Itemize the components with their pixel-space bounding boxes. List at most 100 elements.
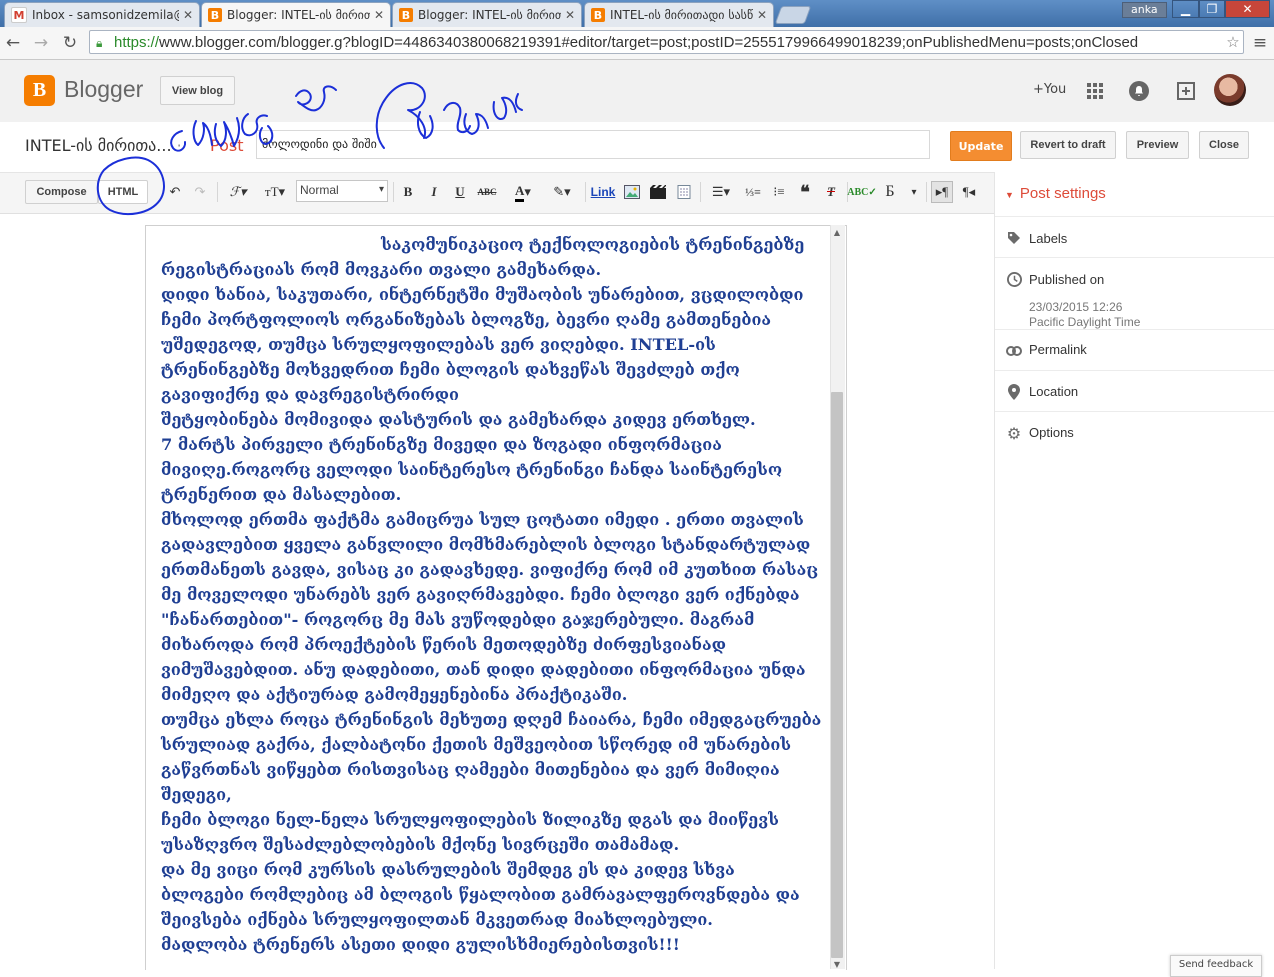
remove-formatting-icon[interactable]: T xyxy=(821,181,841,203)
minimize-icon[interactable]: ▁ xyxy=(1172,0,1199,18)
url-path: www.blogger.com/blogger.g?blogID=4486340… xyxy=(159,33,1139,51)
compose-mode-button[interactable]: Compose xyxy=(25,180,98,204)
tab-blogger-editor[interactable]: B Blogger: INTEL-ის მირით... ✕ xyxy=(201,2,391,27)
language-dropdown-icon[interactable]: ▾ xyxy=(906,181,922,203)
window-close-icon[interactable]: ✕ xyxy=(1225,0,1270,18)
html-mode-button[interactable]: HTML xyxy=(98,180,148,204)
sidebar-item-options[interactable]: ⚙ Options xyxy=(995,411,1274,453)
quote-icon[interactable]: ❝ xyxy=(795,181,815,203)
close-tab-icon[interactable]: ✕ xyxy=(565,8,575,22)
sidebar-item-published-on[interactable]: Published on 23/03/2015 12:26 Pacific Da… xyxy=(995,257,1274,330)
numbered-list-icon[interactable]: ⅓≡ xyxy=(743,181,763,203)
input-language-button[interactable]: Б xyxy=(879,181,901,203)
tab-title: Blogger: INTEL-ის მირით... xyxy=(227,8,370,22)
insert-video-icon[interactable] xyxy=(648,181,668,203)
sidebar-item-location[interactable]: Location xyxy=(995,370,1274,412)
share-add-icon[interactable] xyxy=(1175,80,1197,102)
underline-icon[interactable]: U xyxy=(450,181,470,203)
italic-icon[interactable]: I xyxy=(424,181,444,203)
close-button[interactable]: Close xyxy=(1199,131,1249,159)
ltr-direction-icon[interactable]: ▸¶ xyxy=(931,181,953,203)
undo-icon[interactable]: ↶ xyxy=(165,181,185,203)
avatar[interactable] xyxy=(1214,74,1246,106)
blogger-logo-icon[interactable]: B xyxy=(24,75,55,106)
insert-image-icon[interactable] xyxy=(622,181,642,203)
editor-toolbar: Compose HTML ↶ ↷ ℱ▾ ᴛT▾ Normal B I U ABC… xyxy=(0,172,994,214)
paragraph: და მე ვიცი რომ კურსის დასრულების შემდეგ … xyxy=(161,860,800,929)
font-family-icon[interactable]: ℱ▾ xyxy=(222,181,254,203)
breadcrumb-separator: · xyxy=(176,136,182,155)
editor-scrollbar-thumb[interactable] xyxy=(831,392,843,958)
blogger-header: B Blogger View blog +You xyxy=(0,60,1274,122)
menu-icon[interactable]: ≡ xyxy=(1249,32,1271,54)
sidebar-item-label: Published on xyxy=(1029,272,1105,287)
paragraph: თუმცა ეხლა როცა ტრენინგის მეხუთე დღემ ჩა… xyxy=(161,710,822,804)
rtl-direction-icon[interactable]: ¶◂ xyxy=(958,181,980,203)
text-color-icon[interactable]: A ▾ xyxy=(506,181,540,203)
tab-blogger-3[interactable]: B INTEL-ის მირითადი სასწ ✕ xyxy=(584,2,774,27)
gmail-icon: M xyxy=(11,7,27,23)
forward-arrow-icon[interactable]: → xyxy=(30,32,52,54)
scroll-down-arrow-icon[interactable]: ▼ xyxy=(831,958,843,970)
format-select-value: Normal xyxy=(300,183,339,197)
close-tab-icon[interactable]: ✕ xyxy=(757,8,767,22)
link-button[interactable]: Link xyxy=(590,181,616,203)
plus-you-link[interactable]: +You xyxy=(1033,82,1066,97)
post-editor[interactable]: საკომუნიკაციო ტექნოლოგიების ტრენინგებზე … xyxy=(145,225,847,970)
bookmark-star-icon[interactable]: ☆ xyxy=(1223,33,1243,51)
align-icon[interactable]: ☰▾ xyxy=(705,181,737,203)
paragraph: დიდი ხანია, საკუთარი, ინტერნეტში მუშაობი… xyxy=(161,285,804,404)
paragraph: ჩემი ბლოგი ნელ-ნელა სრულყოფილების ზილიკზ… xyxy=(161,810,779,854)
restore-icon[interactable]: ❐ xyxy=(1199,0,1225,18)
post-settings-sidebar: ▼ Post settings Labels Published on 23/03… xyxy=(994,172,1274,969)
view-blog-button[interactable]: View blog xyxy=(160,76,235,105)
revert-to-draft-button[interactable]: Revert to draft xyxy=(1020,131,1116,159)
address-bar[interactable]: 🔒︎ https://www.blogger.com/blogger.g?blo… xyxy=(89,30,1244,54)
blog-name-breadcrumb[interactable]: INTEL-ის მირითა... · xyxy=(25,136,182,155)
apps-grid-icon[interactable] xyxy=(1084,80,1106,102)
published-timezone: Pacific Daylight Time xyxy=(1029,315,1141,329)
strikethrough-icon[interactable]: ABC xyxy=(476,181,498,203)
scroll-up-arrow-icon[interactable]: ▲ xyxy=(831,226,843,238)
bulleted-list-icon[interactable]: ⁝≡ xyxy=(769,181,789,203)
clock-icon xyxy=(1005,270,1023,288)
close-tab-icon[interactable]: ✕ xyxy=(374,8,384,22)
reload-icon[interactable]: ↻ xyxy=(59,32,81,54)
toolbar-divider xyxy=(700,182,701,202)
blogger-icon: B xyxy=(208,8,222,22)
paragraph: მადლობა ტრენერს ასეთი დიდი გულისხმიერები… xyxy=(161,935,680,954)
blogger-logo-text[interactable]: Blogger xyxy=(64,76,143,103)
preview-button[interactable]: Preview xyxy=(1126,131,1189,159)
post-settings-heading[interactable]: ▼ Post settings xyxy=(1005,185,1106,202)
sidebar-item-permalink[interactable]: Permalink xyxy=(995,329,1274,371)
browser-user-badge[interactable]: anka xyxy=(1122,2,1167,18)
spellcheck-icon[interactable]: ABC✓ xyxy=(847,181,877,203)
browser-tab-strip: M Inbox - samsonidzemila@ ✕ B Blogger: I… xyxy=(0,0,1274,27)
sidebar-item-label: Options xyxy=(1029,425,1074,440)
send-feedback-button[interactable]: Send feedback xyxy=(1170,955,1262,977)
sidebar-item-labels[interactable]: Labels xyxy=(995,216,1274,258)
close-tab-icon[interactable]: ✕ xyxy=(183,8,193,22)
post-title-input[interactable]: მოლოდინი და შიში xyxy=(256,130,930,159)
lock-icon: 🔒︎ xyxy=(96,36,103,50)
highlight-color-icon[interactable]: ✎▾ xyxy=(545,181,579,203)
back-arrow-icon[interactable]: ← xyxy=(2,32,24,54)
redo-icon[interactable]: ↷ xyxy=(190,181,210,203)
post-body[interactable]: საკომუნიკაციო ტექნოლოგიების ტრენინგებზე … xyxy=(161,226,823,957)
link-icon xyxy=(1005,342,1023,360)
font-size-icon[interactable]: ᴛT▾ xyxy=(258,181,292,203)
notifications-bell-icon[interactable] xyxy=(1128,80,1150,102)
url-text[interactable]: https://www.blogger.com/blogger.g?blogID… xyxy=(114,34,1223,51)
update-button[interactable]: Update xyxy=(950,131,1012,161)
post-label: Post xyxy=(210,136,244,155)
new-tab-button[interactable] xyxy=(774,6,812,24)
jump-break-icon[interactable] xyxy=(674,181,694,203)
url-scheme: https:// xyxy=(114,33,160,51)
tab-inbox[interactable]: M Inbox - samsonidzemila@ ✕ xyxy=(4,2,200,27)
sidebar-item-label: Permalink xyxy=(1029,342,1087,357)
tab-blogger-2[interactable]: B Blogger: INTEL-ის მირით... ✕ xyxy=(392,2,582,27)
bold-icon[interactable]: B xyxy=(398,181,418,203)
format-select[interactable]: Normal xyxy=(296,180,388,202)
tab-title: Inbox - samsonidzemila@ xyxy=(32,8,179,22)
toolbar-divider xyxy=(393,182,394,202)
